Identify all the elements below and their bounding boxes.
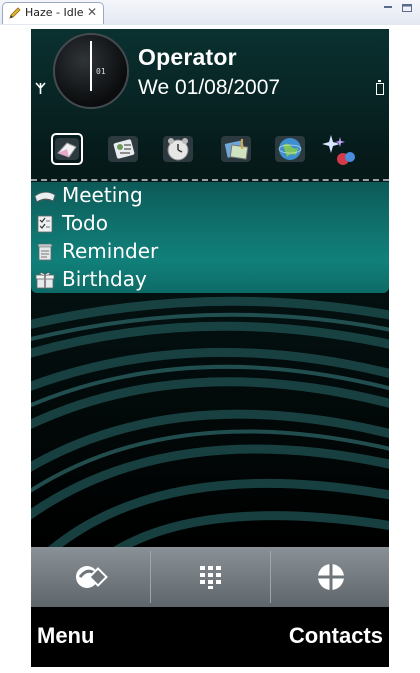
shortcut-web[interactable]	[274, 133, 306, 165]
battery-icon	[376, 80, 384, 95]
contacts-softkey[interactable]: Contacts	[289, 623, 383, 649]
shortcut-themes[interactable]	[320, 133, 355, 165]
menu-grid-icon	[317, 564, 344, 590]
calendar-item-meeting[interactable]: Meeting	[31, 182, 389, 210]
maximize-icon[interactable]	[400, 3, 414, 15]
todo-icon	[37, 215, 53, 233]
phone-screen: 01 Operator We 01/08/2007 Meeting Todo R…	[31, 29, 389, 667]
pencil-icon	[9, 7, 21, 19]
contacts-card-icon	[108, 136, 138, 162]
tab-close-icon[interactable]: ✕	[87, 6, 97, 18]
birthday-gift-icon	[35, 272, 55, 289]
calendar-item-todo[interactable]: Todo	[31, 210, 389, 238]
minimize-icon[interactable]	[381, 3, 395, 15]
shortcut-gallery[interactable]	[220, 133, 252, 165]
dialpad-icon	[199, 566, 221, 589]
current-date: We 01/08/2007	[138, 76, 281, 99]
shortcut-divider	[31, 179, 389, 181]
clock-hour-hand	[90, 71, 92, 91]
calendar-item-label: Birthday	[62, 267, 147, 291]
meeting-icon	[34, 191, 56, 203]
themes-icon	[322, 135, 355, 165]
alarm-clock-icon	[163, 136, 193, 162]
menu-softkey[interactable]: Menu	[37, 623, 94, 649]
shortcut-clock[interactable]	[162, 133, 194, 165]
gallery-media-icon	[221, 136, 251, 162]
signal-icon	[35, 82, 46, 94]
softkey-bar: Menu Contacts	[31, 607, 389, 667]
analog-clock: 01	[53, 33, 129, 109]
shortcut-messaging[interactable]	[51, 133, 83, 165]
phone-frame: 01 Operator We 01/08/2007 Meeting Todo R…	[0, 25, 420, 673]
messaging-icon	[55, 138, 79, 160]
clock-date: 01	[96, 67, 106, 76]
menu-grid-button[interactable]	[271, 547, 389, 607]
clock-minute-hand	[90, 41, 92, 71]
shortcut-contacts[interactable]	[107, 133, 139, 165]
switch-app-button[interactable]	[31, 547, 150, 607]
editor-tab[interactable]: Haze - Idle ✕	[2, 2, 104, 24]
switch-app-icon	[75, 566, 108, 588]
operator-name: Operator	[138, 44, 237, 70]
calendar-item-label: Meeting	[62, 183, 143, 207]
calendar-item-label: Todo	[62, 211, 108, 235]
calendar-panel[interactable]: Meeting Todo Reminder Birthday	[31, 182, 389, 293]
editor-tab-bar: Haze - Idle ✕	[0, 0, 420, 26]
reminder-icon	[37, 243, 53, 261]
tab-title: Haze - Idle	[25, 6, 84, 19]
bottom-toolbar	[31, 547, 389, 607]
calendar-item-birthday[interactable]: Birthday	[31, 266, 389, 294]
web-globe-icon	[275, 136, 305, 162]
calendar-item-label: Reminder	[62, 239, 159, 263]
dialpad-button[interactable]	[151, 547, 270, 607]
calendar-item-reminder[interactable]: Reminder	[31, 238, 389, 266]
